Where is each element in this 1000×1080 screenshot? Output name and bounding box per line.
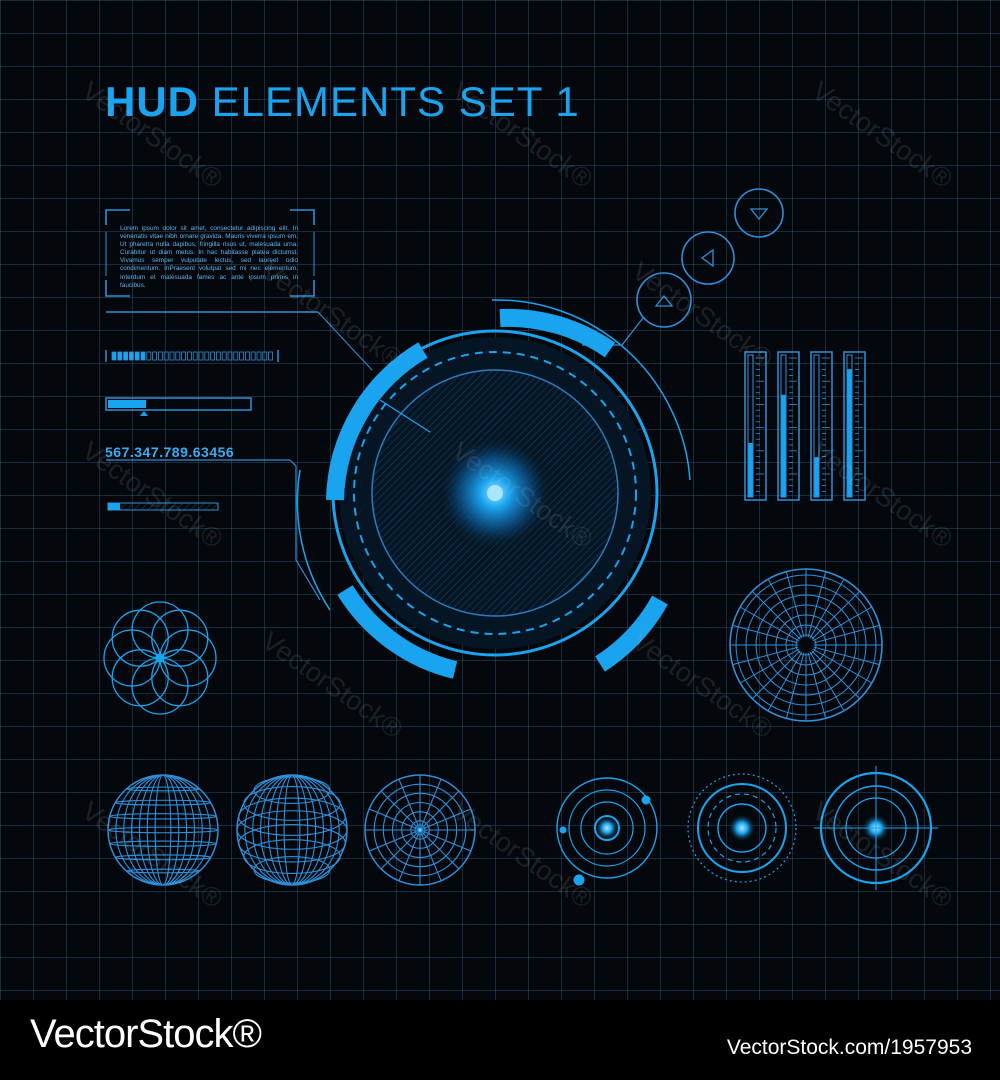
wireframe-globe-1: [107, 774, 219, 886]
wireframe-globe-3: [364, 774, 476, 886]
orbital-rings-2: [687, 773, 797, 883]
connector-line: [317, 311, 373, 371]
footer-logo: VectorStock®: [30, 1012, 262, 1056]
target-reticle: [814, 766, 938, 890]
segmented-progress-bar: [105, 350, 279, 362]
hud-elements: [103, 188, 938, 890]
striped-bar: [107, 502, 219, 511]
slider-fill: [108, 400, 146, 408]
polar-grid-disc: [729, 568, 883, 722]
orbital-rings-1: [556, 777, 658, 886]
nav-button-left[interactable]: [681, 231, 735, 285]
wireframe-globe-2: [236, 774, 348, 886]
slider-thumb-marker[interactable]: [140, 411, 148, 416]
readout-underline: [106, 459, 321, 601]
text-panel-frame: [105, 209, 315, 297]
vertical-level-gauges: [744, 351, 866, 501]
nav-button-down[interactable]: [734, 188, 784, 238]
central-radar-gauge: [296, 299, 691, 679]
rosette-pattern: [103, 601, 217, 715]
slider[interactable]: [105, 397, 252, 416]
footer-image-id: VectorStock.com/1957953: [726, 1036, 972, 1059]
nav-button-up[interactable]: [636, 272, 692, 328]
hud-canvas: HUD ELEMENTS SET 1 Lorem ipsum dolor sit…: [0, 0, 1000, 1000]
